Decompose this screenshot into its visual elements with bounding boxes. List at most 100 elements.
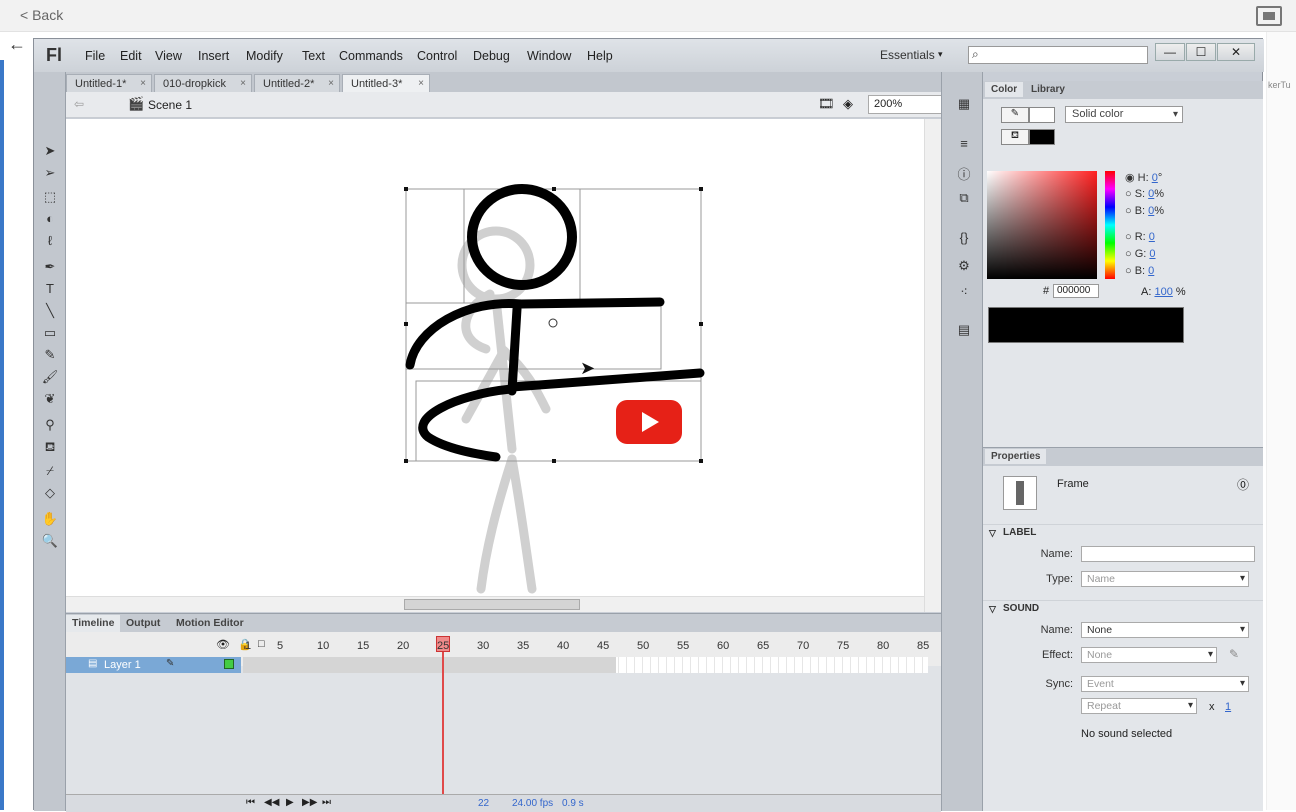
pen-tool-icon[interactable]: ✒ [40,258,60,276]
menu-control[interactable]: Control [417,49,457,63]
close-tab-icon[interactable]: × [328,75,334,93]
alpha-row[interactable]: A: 100 % [1141,286,1186,298]
scene-label[interactable]: Scene 1 [148,98,192,112]
close-button[interactable]: ✕ [1217,43,1255,61]
fullscreen-icon[interactable] [1256,6,1282,26]
sound-section[interactable]: SOUND [983,600,1263,617]
lasso-tool-icon[interactable]: ℓ [40,232,60,250]
fill-color-icon[interactable]: ⛾ [1001,129,1029,145]
sync-select[interactable]: Event ▾ [1081,676,1249,692]
menu-debug[interactable]: Debug [473,49,510,63]
tab-untitled-1[interactable]: Untitled-1* × [66,74,152,92]
sound-name-select[interactable]: None ▾ [1081,622,1249,638]
youtube-play-icon[interactable] [616,400,682,444]
menu-modify[interactable]: Modify [246,49,283,63]
help-icon[interactable]: ⓪ [1237,476,1249,493]
subselection-tool-icon[interactable]: ➢ [40,164,60,182]
brush-tool-icon[interactable]: 🖌 [40,368,60,386]
menu-view[interactable]: View [155,49,182,63]
workspace-switcher[interactable]: Essentials [880,48,935,62]
bone-tool-icon[interactable]: ⚲ [40,416,60,434]
hue-slider[interactable] [1105,171,1115,279]
components-icon[interactable]: ⚙ [954,258,974,276]
paint-bucket-tool-icon[interactable]: ⛾ [40,438,60,456]
label-name-input[interactable] [1081,546,1255,562]
step-forward-icon[interactable]: ▶▶ [302,797,317,808]
red-row[interactable]: ○ R: 0 [1125,231,1155,243]
repeat-select[interactable]: Repeat ▾ [1081,698,1197,714]
green-row[interactable]: ○ G: 0 [1125,248,1156,260]
text-tool-icon[interactable]: T [40,280,60,298]
menu-help[interactable]: Help [587,49,613,63]
arrow-left-icon[interactable]: ← [8,34,26,55]
first-frame-icon[interactable]: ⏮ [246,797,255,808]
selection-tool-icon[interactable]: ➤ [40,142,60,160]
effect-select[interactable]: None ▾ [1081,647,1217,663]
close-tab-icon[interactable]: × [240,75,246,93]
eraser-tool-icon[interactable]: ◇ [40,484,60,502]
outline-icon[interactable]: □ [258,638,265,650]
menu-insert[interactable]: Insert [198,49,229,63]
hex-input[interactable]: 000000 [1053,284,1099,298]
fill-swatch[interactable] [1029,129,1055,145]
saturation-row[interactable]: ○ S: 0% [1125,188,1164,200]
menu-text[interactable]: Text [302,49,325,63]
close-tab-icon[interactable]: × [140,75,146,93]
tab-untitled-2[interactable]: Untitled-2* × [254,74,340,92]
color-picker-field[interactable] [987,171,1097,279]
hue-row[interactable]: ◉ H: 0° [1125,171,1162,184]
scroll-thumb[interactable] [404,599,580,610]
search-input[interactable]: ⌕ [968,46,1148,64]
deco-tool-icon[interactable]: ❦ [40,390,60,408]
minimize-button[interactable]: — [1155,43,1185,61]
info-icon[interactable]: ⓘ [954,164,974,182]
close-tab-icon[interactable]: × [418,75,424,93]
tab-output[interactable]: Output [120,615,166,632]
hand-tool-icon[interactable]: ✋ [40,510,60,528]
back-link[interactable]: < Back [20,7,63,23]
line-tool-icon[interactable]: ╲ [40,302,60,320]
stroke-swatch[interactable] [1029,107,1055,123]
green-value[interactable]: 0 [1149,248,1155,260]
play-icon[interactable]: ▶ [286,797,294,808]
rectangle-tool-icon[interactable]: ▭ [40,324,60,342]
keyframe-span[interactable] [243,657,616,673]
motion-presets-icon[interactable]: ⁖ [954,284,974,302]
last-frame-icon[interactable]: ⏭ [322,797,331,808]
history-icon[interactable]: ▤ [954,322,974,340]
layer-name[interactable]: Layer 1 [104,659,141,671]
layer-row[interactable]: ▤ Layer 1 ✎ [66,657,241,673]
step-back-icon[interactable]: ◀◀ [264,797,279,808]
stage-horizontal-scrollbar[interactable] [66,596,924,612]
alpha-value[interactable]: 100 [1154,286,1172,298]
maximize-button[interactable]: ☐ [1186,43,1216,61]
code-snippets-icon[interactable]: {} [954,230,974,248]
frame-rate[interactable]: 24.00 fps [512,798,553,809]
red-value[interactable]: 0 [1149,231,1155,243]
stroke-color-icon[interactable]: ✎ [1001,107,1029,123]
eyedropper-tool-icon[interactable]: ⌿ [40,462,60,480]
layer-color-swatch[interactable] [224,659,234,669]
repeat-count[interactable]: 1 [1225,701,1231,713]
label-section[interactable]: LABEL [983,524,1263,541]
align-panel-icon[interactable]: ▦ [954,96,974,114]
transform-icon[interactable]: ⧉ [954,190,974,208]
pencil-tool-icon[interactable]: ✎ [40,346,60,364]
tab-motion-editor[interactable]: Motion Editor [170,615,250,632]
stage[interactable] [66,119,934,612]
menu-commands[interactable]: Commands [339,49,403,63]
zoom-tool-icon[interactable]: 🔍 [40,532,60,550]
stage-vertical-scrollbar[interactable] [924,119,941,612]
blue-row[interactable]: ○ B: 0 [1125,265,1154,277]
free-transform-tool-icon[interactable]: ⬚ [40,188,60,206]
menu-file[interactable]: File [85,49,105,63]
label-type-select[interactable]: Name ▾ [1081,571,1249,587]
tab-library[interactable]: Library [1025,82,1071,97]
edit-envelope-icon[interactable]: ✎ [1229,647,1239,661]
align-icon[interactable]: ≡ [954,136,974,154]
edit-scene-icon[interactable]: 🎞 [818,96,835,112]
tab-010-dropkick[interactable]: 010-dropkick × [154,74,252,92]
menu-edit[interactable]: Edit [120,49,142,63]
3d-rotation-tool-icon[interactable]: ◐ [40,210,60,228]
tab-properties[interactable]: Properties [985,449,1047,464]
